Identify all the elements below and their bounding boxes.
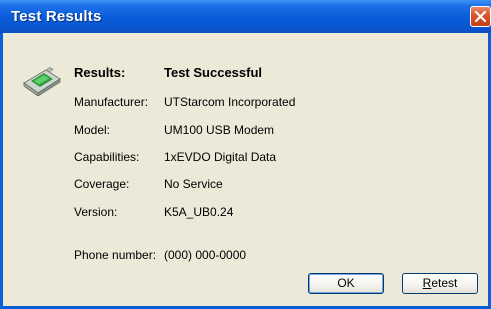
manufacturer-value: UTStarcom Incorporated bbox=[164, 95, 296, 109]
version-value: K5A_UB0.24 bbox=[164, 205, 234, 219]
manufacturer-label: Manufacturer: bbox=[74, 95, 149, 109]
usb-modem-icon bbox=[22, 66, 62, 101]
capabilities-value: 1xEVDO Digital Data bbox=[164, 150, 277, 164]
results-label: Results: bbox=[74, 65, 126, 80]
results-value: Test Successful bbox=[164, 65, 263, 80]
close-button[interactable] bbox=[470, 6, 491, 27]
capabilities-label: Capabilities: bbox=[74, 150, 140, 164]
title-bar[interactable]: Test Results bbox=[0, 0, 491, 33]
coverage-value: No Service bbox=[164, 177, 223, 191]
close-icon bbox=[475, 11, 486, 22]
model-value: UM100 USB Modem bbox=[164, 123, 275, 137]
phone-number-label: Phone number: bbox=[74, 248, 157, 262]
test-results-dialog: Test Results Results: Test Successful Ma… bbox=[0, 0, 491, 309]
ok-button-label: OK bbox=[337, 276, 355, 290]
coverage-label: Coverage: bbox=[74, 177, 130, 191]
phone-number-value: (000) 000-0000 bbox=[164, 248, 247, 262]
ok-button[interactable]: OK bbox=[308, 273, 384, 294]
window-title: Test Results bbox=[11, 8, 102, 25]
retest-button-label: etest bbox=[431, 276, 458, 290]
retest-button[interactable]: Retest bbox=[402, 273, 478, 294]
model-label: Model: bbox=[74, 123, 111, 137]
version-label: Version: bbox=[74, 205, 118, 219]
